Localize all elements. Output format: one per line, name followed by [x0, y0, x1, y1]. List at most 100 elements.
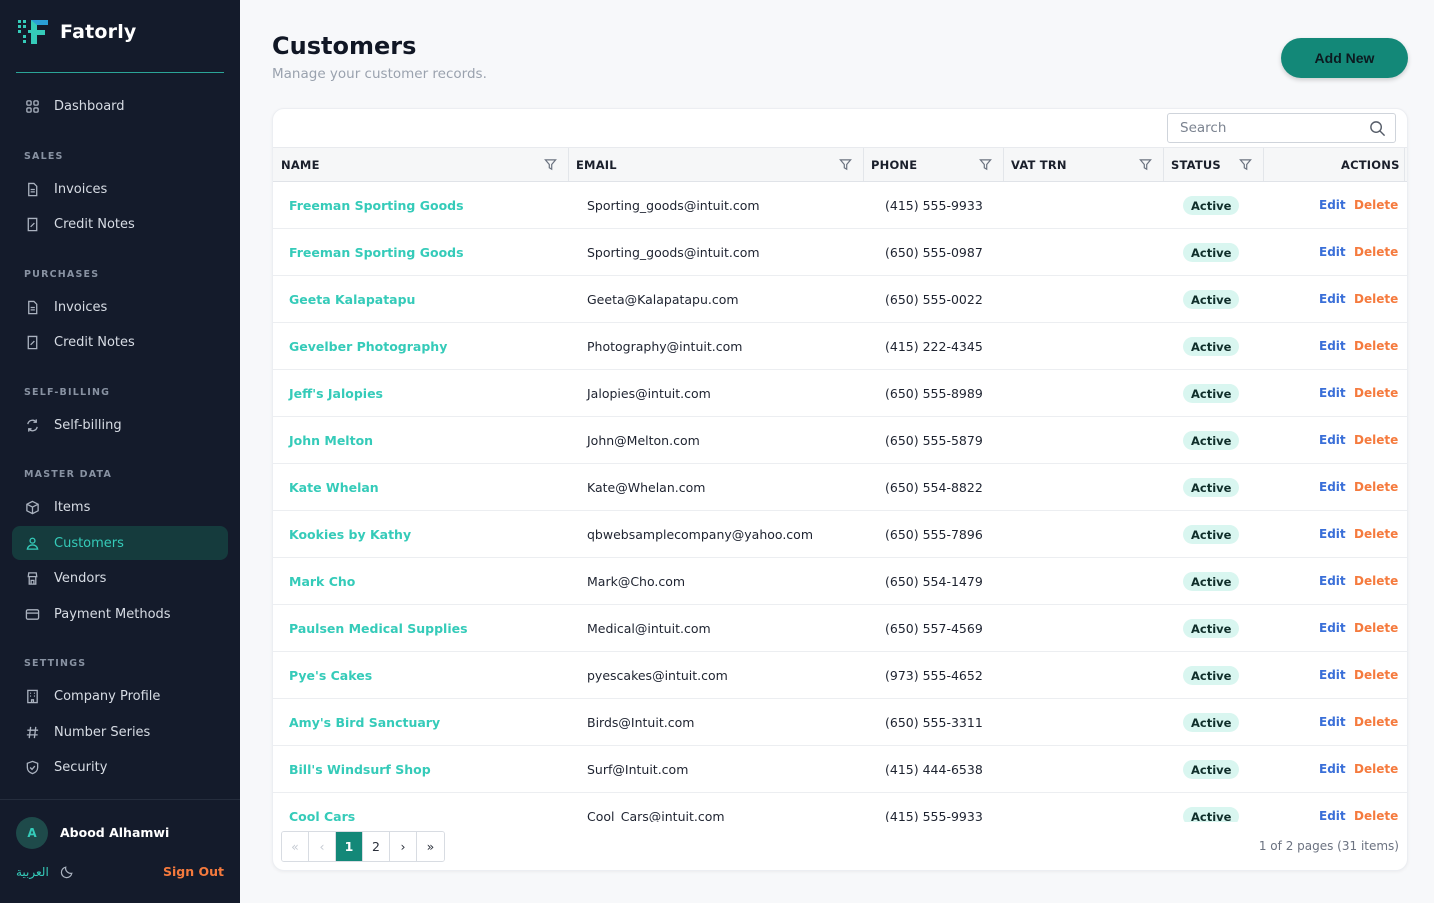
edit-button[interactable]: Edit — [1319, 182, 1346, 228]
delete-button[interactable]: Delete — [1354, 793, 1398, 822]
delete-button[interactable]: Delete — [1354, 699, 1398, 745]
edit-button[interactable]: Edit — [1319, 746, 1346, 792]
last-page-button[interactable]: » — [417, 832, 444, 861]
filter-icon[interactable] — [1139, 158, 1152, 171]
delete-button[interactable]: Delete — [1354, 417, 1398, 463]
customer-name-link[interactable]: Pye's Cakes — [289, 652, 372, 698]
first-page-button[interactable]: « — [282, 832, 309, 861]
search-icon[interactable] — [1369, 120, 1386, 137]
column-header-vat[interactable]: VAT TRN — [1011, 148, 1067, 181]
status-badge: Active — [1183, 431, 1240, 450]
edit-button[interactable]: Edit — [1319, 699, 1346, 745]
customer-email: Medical@intuit.com — [587, 620, 711, 636]
page-button-2[interactable]: 2 — [363, 832, 390, 861]
delete-button[interactable]: Delete — [1354, 511, 1398, 557]
delete-button[interactable]: Delete — [1354, 182, 1398, 228]
sidebar-item-purchases-invoices[interactable]: Invoices — [12, 290, 228, 324]
language-toggle[interactable]: العربية — [16, 865, 49, 879]
column-header-email[interactable]: EMAIL — [576, 148, 617, 181]
prev-page-button[interactable]: ‹ — [309, 832, 336, 861]
sidebar-item-label: Vendors — [54, 570, 107, 586]
filter-icon[interactable] — [839, 158, 852, 171]
delete-button[interactable]: Delete — [1354, 464, 1398, 510]
delete-button[interactable]: Delete — [1354, 558, 1398, 604]
document-icon — [24, 181, 40, 197]
customer-name-link[interactable]: Kookies by Kathy — [289, 511, 411, 557]
avatar[interactable]: A — [16, 817, 48, 849]
edit-button[interactable]: Edit — [1319, 323, 1346, 369]
table-row: Jeff's Jalopies Jalopies@intuit.com (650… — [273, 370, 1407, 417]
sidebar-item-self-billing[interactable]: Self-billing — [12, 408, 228, 442]
sidebar-item-sales-invoices[interactable]: Invoices — [12, 172, 228, 206]
edit-button[interactable]: Edit — [1319, 276, 1346, 322]
customer-name-link[interactable]: Gevelber Photography — [289, 323, 447, 369]
customer-name-link[interactable]: Bill's Windsurf Shop — [289, 746, 431, 792]
sidebar-item-label: Customers — [54, 535, 124, 551]
building-icon — [24, 688, 40, 704]
customer-phone: (650) 555-5879 — [885, 432, 983, 448]
table-row: Paulsen Medical Supplies Medical@intuit.… — [273, 605, 1407, 652]
delete-button[interactable]: Delete — [1354, 370, 1398, 416]
customer-email: Sporting_goods@intuit.com — [587, 197, 760, 213]
customer-name-link[interactable]: Freeman Sporting Goods — [289, 182, 464, 228]
page-button-1[interactable]: 1 — [336, 832, 363, 861]
customer-name-link[interactable]: Cool Cars — [289, 793, 355, 823]
brand[interactable]: Fatorly — [18, 18, 137, 46]
customer-phone: (650) 555-0022 — [885, 291, 983, 307]
sidebar-item-sales-credit-notes[interactable]: Credit Notes — [12, 207, 228, 241]
add-new-button[interactable]: Add New — [1281, 38, 1408, 78]
brand-divider — [16, 72, 224, 73]
customer-name-link[interactable]: Paulsen Medical Supplies — [289, 605, 468, 651]
edit-button[interactable]: Edit — [1319, 793, 1346, 822]
delete-button[interactable]: Delete — [1354, 652, 1398, 698]
delete-button[interactable]: Delete — [1354, 276, 1398, 322]
customers-table-card: NAME EMAIL PHONE VAT TRN STATUS ACTIONS … — [272, 108, 1408, 871]
table-row: Pye's Cakes pyescakes@intuit.com (973) 5… — [273, 652, 1407, 699]
edit-button[interactable]: Edit — [1319, 558, 1346, 604]
search-box[interactable] — [1167, 113, 1396, 143]
sidebar-item-vendors[interactable]: Vendors — [12, 561, 228, 595]
sidebar-item-company-profile[interactable]: Company Profile — [12, 679, 228, 713]
edit-button[interactable]: Edit — [1319, 511, 1346, 557]
card-icon — [24, 606, 40, 622]
sidebar-item-purchases-credit-notes[interactable]: Credit Notes — [12, 325, 228, 359]
sidebar-item-items[interactable]: Items — [12, 490, 228, 524]
search-input[interactable] — [1168, 114, 1364, 142]
customer-name-link[interactable]: John Melton — [289, 417, 373, 463]
customer-name-link[interactable]: Amy's Bird Sanctuary — [289, 699, 440, 745]
column-divider — [1003, 148, 1004, 181]
edit-button[interactable]: Edit — [1319, 229, 1346, 275]
sign-out-button[interactable]: Sign Out — [163, 864, 224, 879]
filter-icon[interactable] — [979, 158, 992, 171]
filter-icon[interactable] — [1239, 158, 1252, 171]
edit-button[interactable]: Edit — [1319, 370, 1346, 416]
moon-icon[interactable] — [60, 865, 74, 879]
sidebar-item-dashboard[interactable]: Dashboard — [12, 89, 228, 123]
column-header-status[interactable]: STATUS — [1171, 148, 1221, 181]
column-header-name[interactable]: NAME — [281, 148, 320, 181]
customer-email: Birds@Intuit.com — [587, 714, 695, 730]
column-header-phone[interactable]: PHONE — [871, 148, 917, 181]
sidebar-item-payment-methods[interactable]: Payment Methods — [12, 597, 228, 631]
delete-button[interactable]: Delete — [1354, 323, 1398, 369]
edit-button[interactable]: Edit — [1319, 652, 1346, 698]
customer-name-link[interactable]: Jeff's Jalopies — [289, 370, 383, 416]
sidebar-item-security[interactable]: Security — [12, 750, 228, 784]
section-label-master-data: MASTER DATA — [24, 469, 113, 480]
delete-button[interactable]: Delete — [1354, 229, 1398, 275]
customer-name-link[interactable]: Geeta Kalapatapu — [289, 276, 415, 322]
customer-name-link[interactable]: Freeman Sporting Goods — [289, 229, 464, 275]
filter-icon[interactable] — [544, 158, 557, 171]
delete-button[interactable]: Delete — [1354, 605, 1398, 651]
sidebar-item-number-series[interactable]: Number Series — [12, 715, 228, 749]
edit-button[interactable]: Edit — [1319, 605, 1346, 651]
next-page-button[interactable]: › — [390, 832, 417, 861]
edit-button[interactable]: Edit — [1319, 464, 1346, 510]
customer-email: Jalopies@intuit.com — [587, 385, 711, 401]
column-divider — [568, 148, 569, 181]
customer-name-link[interactable]: Mark Cho — [289, 558, 355, 604]
sidebar-item-customers[interactable]: Customers — [12, 526, 228, 560]
delete-button[interactable]: Delete — [1354, 746, 1398, 792]
edit-button[interactable]: Edit — [1319, 417, 1346, 463]
customer-name-link[interactable]: Kate Whelan — [289, 464, 379, 510]
